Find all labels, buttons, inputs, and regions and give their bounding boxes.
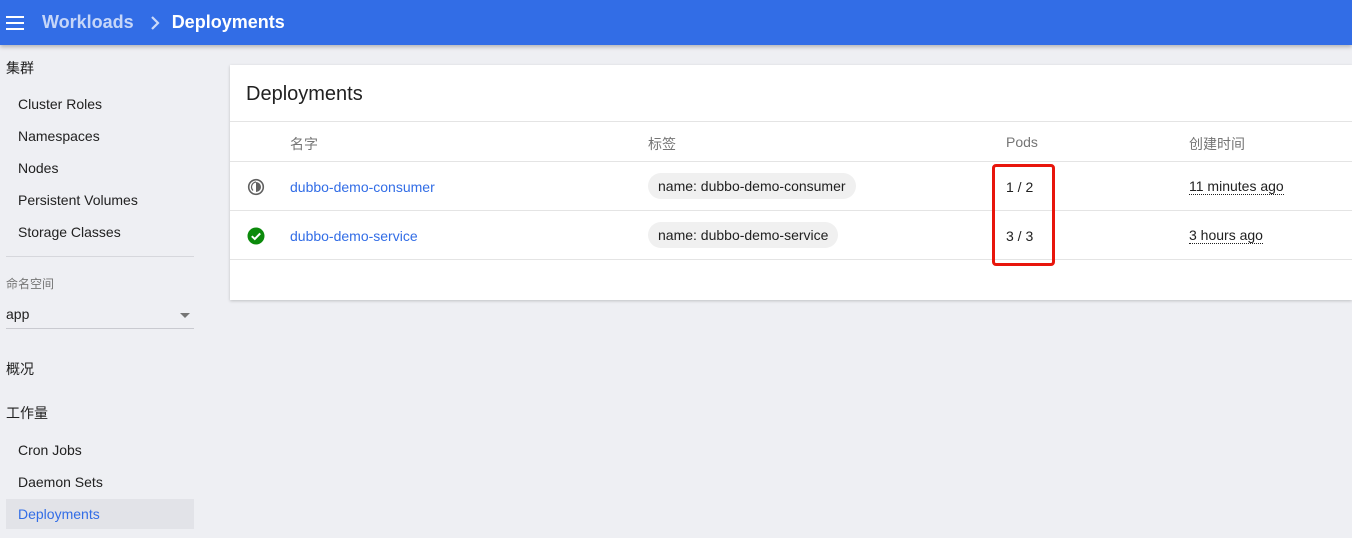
annotation-highlight-box xyxy=(992,164,1055,266)
card-title: Deployments xyxy=(246,83,363,105)
deployment-link[interactable]: dubbo-demo-consumer xyxy=(290,179,435,195)
deployments-card: Deployments 名字 标签 Pods 创建时间 dubbo-demo-c… xyxy=(230,65,1352,300)
sidebar-item-namespaces[interactable]: Namespaces xyxy=(6,121,194,151)
breadcrumb-current: Deployments xyxy=(171,12,285,32)
section-workloads-title[interactable]: 工作量 xyxy=(6,403,48,423)
column-header-labels: 标签 xyxy=(648,136,676,152)
pending-icon xyxy=(247,178,265,196)
sidebar-item-daemon-sets[interactable]: Daemon Sets xyxy=(6,467,194,497)
column-header-created[interactable]: 创建时间 xyxy=(1189,134,1245,154)
label-chip: name: dubbo-demo-consumer xyxy=(648,173,856,199)
column-header-name[interactable]: 名字 xyxy=(290,134,318,154)
table-row: dubbo-demo-consumer name: dubbo-demo-con… xyxy=(230,162,1352,211)
sidebar-item-nodes[interactable]: Nodes xyxy=(6,153,194,183)
caret-down-icon xyxy=(180,313,190,318)
sidebar-item-persistent-volumes[interactable]: Persistent Volumes xyxy=(6,185,194,215)
breadcrumb-workloads[interactable]: Workloads xyxy=(42,12,134,33)
sidebar-item-deployments[interactable]: Deployments xyxy=(6,499,194,529)
row-divider xyxy=(230,259,1352,260)
sidebar-item-overview[interactable]: 概况 xyxy=(6,359,34,379)
section-cluster-title: 集群 xyxy=(6,60,34,76)
label-chip: name: dubbo-demo-service xyxy=(648,222,839,248)
header-divider xyxy=(230,121,1352,122)
column-header-pods: Pods xyxy=(1006,134,1038,150)
sidebar-item-cluster-roles[interactable]: Cluster Roles xyxy=(6,89,194,119)
check-circle-icon xyxy=(247,227,265,245)
table-row: dubbo-demo-service name: dubbo-demo-serv… xyxy=(230,211,1352,260)
chevron-right-icon xyxy=(146,14,164,32)
sidebar: 集群 Cluster Roles Namespaces Nodes Persis… xyxy=(0,45,200,538)
created-age: 11 minutes ago xyxy=(1189,178,1284,195)
sidebar-divider xyxy=(6,256,194,257)
namespace-value: app xyxy=(6,306,30,322)
menu-icon[interactable] xyxy=(6,15,24,30)
namespace-select[interactable]: app xyxy=(6,301,194,329)
namespace-label: 命名空间 xyxy=(6,277,55,291)
deployment-link[interactable]: dubbo-demo-service xyxy=(290,228,418,244)
sidebar-item-cron-jobs[interactable]: Cron Jobs xyxy=(6,435,194,465)
top-bar: Workloads Deployments xyxy=(0,0,1352,45)
sidebar-item-storage-classes[interactable]: Storage Classes xyxy=(6,217,194,247)
created-age: 3 hours ago xyxy=(1189,227,1263,244)
